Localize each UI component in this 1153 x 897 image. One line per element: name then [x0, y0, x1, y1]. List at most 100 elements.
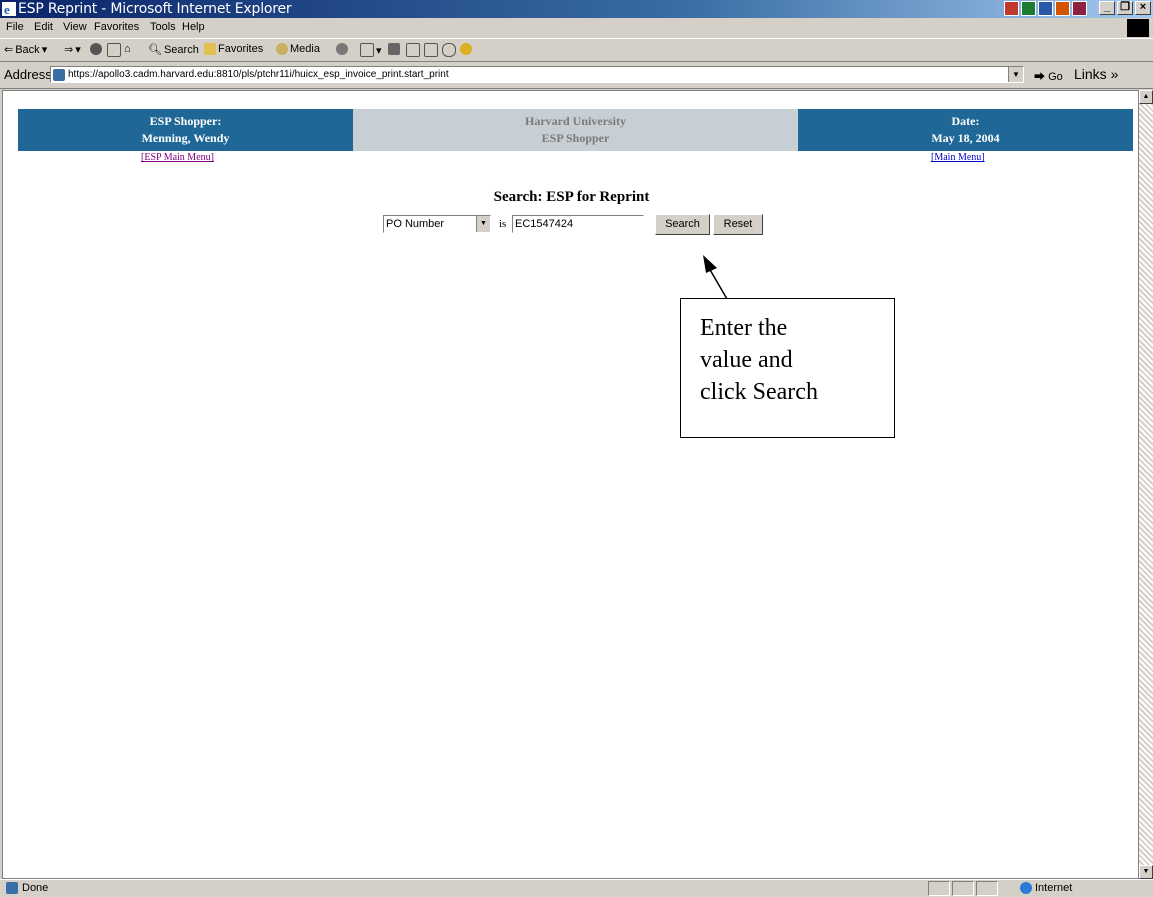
lock-icon: [976, 881, 998, 896]
window-title: ESP Reprint - Microsoft Internet Explore…: [18, 1, 292, 17]
history-button[interactable]: [336, 43, 348, 55]
org-header-cell: Harvard University ESP Shopper: [353, 109, 798, 151]
search-field-value: PO Number: [386, 218, 445, 230]
home-icon: ⌂: [124, 43, 131, 55]
search-field-select[interactable]: PO Number ▼: [383, 215, 491, 233]
outlook-icon[interactable]: [1055, 1, 1070, 16]
zone-label: Internet: [1035, 882, 1073, 894]
edit-icon: [406, 43, 420, 57]
menu-edit[interactable]: Edit: [34, 21, 53, 33]
chevron-down-icon: ▾: [376, 44, 382, 57]
home-button[interactable]: ⌂: [124, 43, 131, 55]
discuss-button[interactable]: [424, 43, 438, 57]
security-zone: Internet: [1020, 882, 1072, 894]
refresh-button[interactable]: [107, 43, 121, 57]
mail-icon: [360, 43, 374, 57]
search-button[interactable]: Search: [655, 214, 710, 235]
shopper-name: Menning, Wendy: [141, 131, 230, 145]
scroll-up-icon[interactable]: ▲: [1139, 90, 1153, 104]
chevron-down-icon: ▾: [75, 44, 81, 56]
status-text: Done: [6, 882, 48, 894]
extra-button[interactable]: [460, 43, 472, 55]
menu-file[interactable]: File: [6, 21, 24, 33]
search-button-toolbar[interactable]: 🔍︎ Search: [148, 43, 199, 57]
back-label: Back: [15, 43, 40, 56]
scroll-down-icon[interactable]: ▼: [1139, 865, 1153, 879]
powerpoint-icon[interactable]: [1004, 1, 1019, 16]
status-bar: Done Internet: [0, 879, 1153, 897]
chevron-down-icon[interactable]: ▼: [1008, 67, 1023, 82]
stop-button[interactable]: [90, 43, 102, 55]
org-name: Harvard University: [525, 114, 626, 128]
page-icon: [6, 882, 18, 894]
status-cell: [928, 881, 950, 896]
menu-favorites[interactable]: Favorites: [94, 21, 139, 33]
edit-button[interactable]: [406, 43, 420, 57]
forward-button[interactable]: ⇒ ▾: [64, 43, 81, 56]
print-button[interactable]: [388, 43, 400, 55]
status-cell: [952, 881, 974, 896]
reset-button[interactable]: Reset: [713, 214, 763, 235]
address-input[interactable]: https://apollo3.cadm.harvard.edu:8810/pl…: [50, 66, 1024, 83]
links-button[interactable]: Links »: [1074, 66, 1118, 82]
back-button[interactable]: ⇐ Back ▾: [4, 43, 48, 57]
menu-tools[interactable]: Tools: [150, 21, 176, 33]
main-menu-link[interactable]: [Main Menu]: [931, 152, 985, 163]
page-icon: [53, 69, 65, 81]
vertical-scrollbar[interactable]: ▲ ▼: [1139, 90, 1153, 879]
word-icon[interactable]: [1038, 1, 1053, 16]
forward-arrow-icon: ⇒: [64, 44, 74, 56]
internet-explorer-icon: e: [2, 2, 16, 16]
print-icon: [388, 43, 400, 55]
mail-button[interactable]: ▾: [360, 43, 382, 57]
favorites-label: Favorites: [218, 43, 264, 55]
esp-main-menu-link[interactable]: [ESP Main Menu]: [141, 152, 214, 163]
access-icon[interactable]: [1072, 1, 1087, 16]
windows-logo-icon: [1127, 19, 1149, 37]
close-icon[interactable]: ×: [1135, 1, 1151, 15]
menu-help[interactable]: Help: [182, 21, 205, 33]
smiley-icon: [460, 43, 472, 55]
go-button[interactable]: ⮕ Go: [1034, 68, 1063, 84]
messenger-button[interactable]: [442, 43, 456, 57]
globe-icon: [1020, 882, 1032, 894]
date-header-cell: Date: May 18, 2004: [798, 109, 1133, 151]
window-title-bar: e ESP Reprint - Microsoft Internet Explo…: [0, 0, 1153, 18]
chevron-down-icon[interactable]: ▼: [476, 216, 490, 232]
window-controls: _ ❐ ×: [1099, 1, 1151, 15]
org-app: ESP Shopper: [541, 131, 610, 145]
instruction-callout: Enter the value and click Search: [680, 298, 895, 438]
favorites-icon: [204, 43, 216, 55]
favorites-button[interactable]: Favorites: [204, 43, 263, 55]
media-label: Media: [290, 43, 320, 55]
address-bar: Address https://apollo3.cadm.harvard.edu…: [0, 62, 1153, 89]
go-label: Go: [1048, 71, 1063, 83]
date-label: Date:: [951, 114, 980, 128]
operator-label: is: [499, 218, 507, 230]
media-icon: [276, 43, 288, 55]
search-title: Search: ESP for Reprint: [493, 189, 650, 205]
excel-icon[interactable]: [1021, 1, 1036, 16]
callout-line-1: Enter the: [700, 315, 788, 341]
search-value-input[interactable]: EC1547424: [512, 215, 644, 233]
callout-line-2: value and: [700, 347, 793, 373]
back-arrow-icon: ⇐: [4, 44, 14, 56]
page-content: ESP Shopper: Menning, Wendy Harvard Univ…: [2, 90, 1139, 879]
chevron-down-icon: ▾: [41, 44, 48, 56]
address-label: Address: [4, 67, 52, 82]
minimize-icon[interactable]: _: [1099, 1, 1115, 15]
history-icon: [336, 43, 348, 55]
stop-icon: [90, 43, 102, 55]
shopper-label: ESP Shopper:: [149, 114, 222, 128]
callout-arrow: [703, 255, 728, 300]
address-url: https://apollo3.cadm.harvard.edu:8810/pl…: [68, 69, 449, 80]
media-button[interactable]: Media: [276, 43, 320, 55]
messenger-icon: [442, 43, 456, 57]
menu-bar: File Edit View Favorites Tools Help: [0, 18, 1153, 39]
date-value: May 18, 2004: [931, 131, 1000, 145]
restore-icon[interactable]: ❐: [1117, 1, 1133, 15]
links-label: Links: [1074, 66, 1107, 82]
status-label: Done: [22, 882, 49, 894]
svg-text:e: e: [4, 2, 10, 16]
menu-view[interactable]: View: [63, 21, 87, 33]
